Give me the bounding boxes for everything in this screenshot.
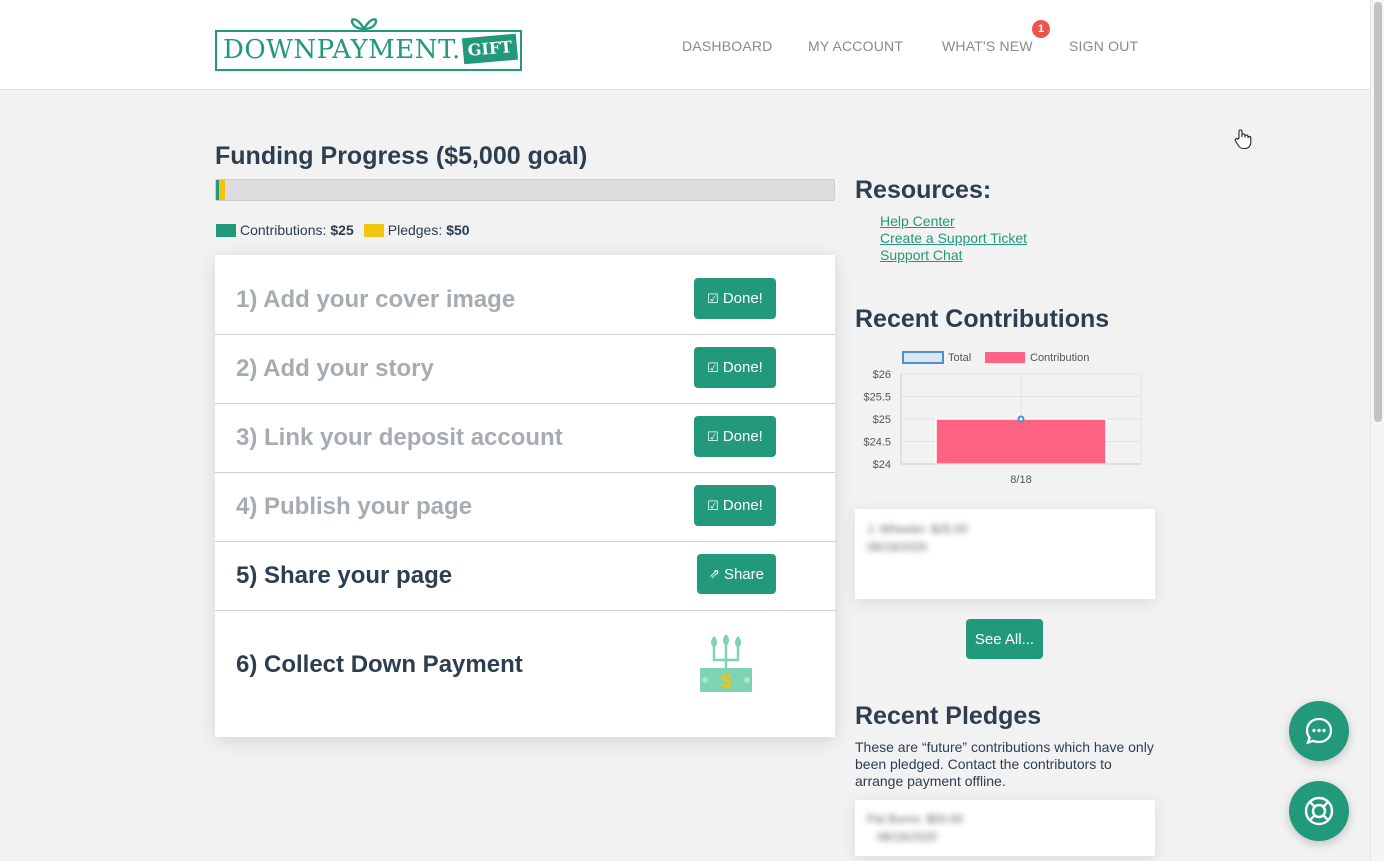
funding-progress-title: Funding Progress ($5,000 goal) <box>215 142 588 170</box>
hand-cursor-icon <box>1234 129 1252 150</box>
step-label: 6) Collect Down Payment <box>236 651 523 678</box>
legend-total-label: Total <box>948 352 971 364</box>
button-label: Done! <box>722 290 763 307</box>
step-label: 4) Publish your page <box>236 493 473 520</box>
recent-pledges-description: These are “future” contributions which h… <box>855 739 1154 789</box>
step-story: 2) Add your story ☑ Done! <box>215 335 835 404</box>
contributions-legend-amount: $25 <box>330 222 354 238</box>
funding-progress-bar <box>215 179 835 201</box>
share-page-button[interactable]: ⇗ Share <box>697 554 776 594</box>
svg-text:$: $ <box>720 671 731 693</box>
site-header: DOWNPAYMENT. GIFT DASHBOARD MY ACCOUNT W… <box>0 0 1370 90</box>
step-collect-payment: 6) Collect Down Payment $ <box>215 611 835 737</box>
legend-total-swatch <box>902 351 944 364</box>
nav-dashboard[interactable]: DASHBOARD <box>682 38 772 54</box>
logo-text: DOWNPAYMENT. <box>223 35 461 65</box>
step-label: 1) Add your cover image <box>236 286 516 313</box>
step-cover-image: 1) Add your cover image ☑ Done! <box>215 255 835 335</box>
site-logo[interactable]: DOWNPAYMENT. GIFT <box>215 14 523 72</box>
step-deposit-account: 3) Link your deposit account ☑ Done! <box>215 404 835 473</box>
support-ticket-link[interactable]: Create a Support Ticket <box>880 230 1027 246</box>
share-icon: ⇗ <box>709 566 720 581</box>
contribution-entry-date: 08/18/2020 <box>867 540 928 554</box>
contribution-bar <box>935 418 1107 465</box>
contribution-entry-name: J. Wheeler: $25.00 <box>867 522 968 536</box>
story-done-button[interactable]: ☑ Done! <box>694 347 776 388</box>
pledge-entry-name: Pat Burns: $50.00 <box>867 812 964 826</box>
step-share-page: 5) Share your page ⇗ Share <box>215 542 835 611</box>
y-tick-label: $26 <box>873 369 891 381</box>
step-label: 3) Link your deposit account <box>236 424 563 451</box>
recent-pledge-card: Pat Burns: $50.00 08/18/2020 <box>855 800 1155 856</box>
pledges-progress-segment <box>219 180 226 200</box>
support-chat-link[interactable]: Support Chat <box>880 247 963 263</box>
help-center-link[interactable]: Help Center <box>880 213 955 229</box>
progress-legend: Contributions: $25 Pledges: $50 <box>216 222 480 238</box>
pledges-legend-label: Pledges: <box>387 222 443 238</box>
step-label: 5) Share your page <box>236 562 453 589</box>
nav-whats-new[interactable]: WHAT'S NEW <box>942 38 1033 54</box>
publish-page-done-button[interactable]: ☑ Done! <box>694 485 776 526</box>
chat-widget-button[interactable] <box>1289 701 1349 761</box>
page-scrollbar[interactable] <box>1370 0 1384 861</box>
button-label: Share <box>723 565 764 583</box>
recent-contribution-card: J. Wheeler: $25.00 08/18/2020 <box>855 509 1155 599</box>
help-widget-button[interactable] <box>1289 781 1349 841</box>
nav-sign-out[interactable]: SIGN OUT <box>1069 38 1138 54</box>
recent-pledges-title: Recent Pledges <box>855 702 1042 730</box>
logo-tag: GIFT <box>461 33 519 65</box>
step-label: 2) Add your story <box>236 355 434 382</box>
deposit-account-done-button[interactable]: ☑ Done! <box>694 416 776 457</box>
x-tick-label: 8/18 <box>1010 474 1031 486</box>
step-publish-page: 4) Publish your page ☑ Done! <box>215 473 835 542</box>
contributions-legend-label: Contributions: <box>240 222 327 238</box>
see-all-contributions-button[interactable]: See All... <box>966 619 1043 659</box>
check-square-icon: ☑ <box>707 290 719 306</box>
cover-image-done-button[interactable]: ☑ Done! <box>694 278 776 319</box>
pledge-entry-date: 08/18/2020 <box>877 830 938 844</box>
resources-title: Resources: <box>855 176 992 204</box>
button-label: Done! <box>722 497 763 514</box>
nav-my-account[interactable]: MY ACCOUNT <box>808 38 903 54</box>
check-square-icon: ☑ <box>707 428 719 444</box>
check-square-icon: ☑ <box>707 359 719 375</box>
check-square-icon: ☑ <box>707 497 719 513</box>
money-plant-icon: $ <box>700 634 752 693</box>
y-tick-label: $24.5 <box>863 437 891 449</box>
total-point <box>1017 415 1025 423</box>
y-tick-label: $25 <box>873 414 891 426</box>
recent-contributions-title: Recent Contributions <box>855 305 1110 333</box>
contributions-swatch <box>216 223 236 237</box>
button-label: Done! <box>722 359 763 376</box>
lifebuoy-icon <box>1304 796 1334 826</box>
y-tick-label: $25.5 <box>863 392 891 404</box>
legend-contribution-label: Contribution <box>1030 352 1089 364</box>
chat-bubble-icon <box>1305 717 1333 745</box>
pledges-swatch <box>363 223 384 237</box>
button-label: Done! <box>722 428 763 445</box>
y-tick-label: $24 <box>873 459 891 471</box>
notification-badge: 1 <box>1032 20 1050 38</box>
pledges-legend-amount: $50 <box>446 222 470 238</box>
contributions-chart: Total Contribution $26 $25.5 $25 $24.5 $24 8/18 <box>863 351 1142 486</box>
setup-steps-card: 1) Add your cover image ☑ Done! 2) Add y… <box>215 255 835 737</box>
scrollbar-thumb[interactable] <box>1374 2 1382 422</box>
legend-contribution-swatch <box>985 352 1025 363</box>
